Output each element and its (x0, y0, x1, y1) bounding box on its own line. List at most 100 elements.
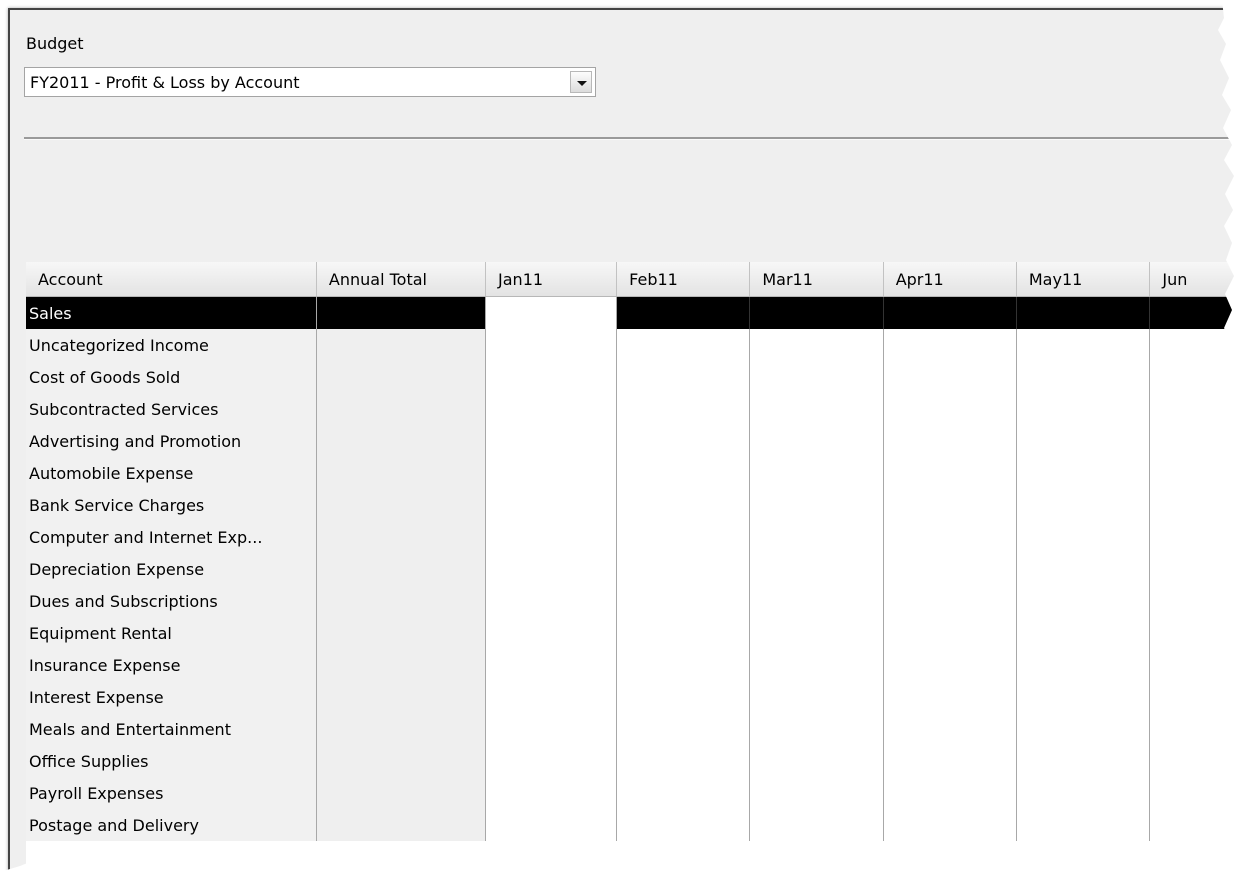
dropdown-arrow-icon[interactable] (570, 71, 592, 93)
month-amount-cell[interactable] (1149, 393, 1238, 425)
month-amount-cell[interactable] (616, 393, 751, 425)
month-amount-cell[interactable] (1149, 681, 1238, 713)
month-amount-cell[interactable] (1149, 777, 1238, 809)
month-amount-cell[interactable] (1016, 553, 1151, 585)
month-amount-cell[interactable] (485, 296, 618, 329)
month-amount-cell[interactable] (883, 809, 1017, 841)
month-amount-cell[interactable] (485, 489, 618, 521)
month-amount-cell[interactable] (616, 329, 751, 361)
month-amount-cell[interactable] (749, 713, 884, 745)
month-amount-cell[interactable] (485, 617, 618, 649)
month-amount-cell[interactable] (1016, 809, 1151, 841)
account-name-cell[interactable]: Automobile Expense (26, 457, 317, 489)
month-amount-cell[interactable] (485, 361, 618, 393)
account-row[interactable]: Sales (26, 296, 1238, 329)
month-amount-cell[interactable] (1149, 585, 1238, 617)
account-row[interactable]: Subcontracted Services (26, 393, 1238, 425)
account-row[interactable]: Dues and Subscriptions (26, 585, 1238, 617)
month-amount-cell[interactable] (485, 649, 618, 681)
month-amount-cell[interactable] (485, 329, 618, 361)
month-amount-cell[interactable] (883, 713, 1017, 745)
month-amount-cell[interactable] (883, 681, 1017, 713)
month-amount-cell[interactable] (1149, 553, 1238, 585)
month-amount-cell[interactable] (1016, 489, 1151, 521)
column-header-jun[interactable]: Jun (1149, 262, 1238, 297)
account-name-cell[interactable]: Cost of Goods Sold (26, 361, 317, 393)
month-amount-cell[interactable] (1149, 713, 1238, 745)
account-row[interactable]: Computer and Internet Exp... (26, 521, 1238, 553)
month-amount-cell[interactable] (485, 809, 618, 841)
month-amount-cell[interactable] (1149, 329, 1238, 361)
month-amount-cell[interactable] (1149, 745, 1238, 777)
account-row[interactable]: Payroll Expenses (26, 777, 1238, 809)
account-row[interactable]: Depreciation Expense (26, 553, 1238, 585)
account-name-cell[interactable]: Meals and Entertainment (26, 713, 317, 745)
month-amount-cell[interactable] (1016, 296, 1151, 329)
month-amount-cell[interactable] (883, 425, 1017, 457)
month-amount-cell[interactable] (1149, 649, 1238, 681)
month-amount-cell[interactable] (883, 777, 1017, 809)
month-amount-cell[interactable] (616, 777, 751, 809)
account-name-cell[interactable]: Uncategorized Income (26, 329, 317, 361)
month-amount-cell[interactable] (749, 809, 884, 841)
month-amount-cell[interactable] (883, 361, 1017, 393)
account-name-cell[interactable]: Sales (26, 296, 317, 329)
column-header-annual-total[interactable]: Annual Total (316, 262, 487, 297)
month-amount-cell[interactable] (883, 649, 1017, 681)
month-amount-cell[interactable] (883, 489, 1017, 521)
month-amount-cell[interactable] (749, 489, 884, 521)
month-amount-cell[interactable] (485, 425, 618, 457)
month-amount-cell[interactable] (485, 457, 618, 489)
account-name-cell[interactable]: Computer and Internet Exp... (26, 521, 317, 553)
account-name-cell[interactable]: Postage and Delivery (26, 809, 317, 841)
account-row[interactable]: Insurance Expense (26, 649, 1238, 681)
account-row[interactable]: Uncategorized Income (26, 329, 1238, 361)
month-amount-cell[interactable] (749, 617, 884, 649)
account-row[interactable]: Meals and Entertainment (26, 713, 1238, 745)
account-name-cell[interactable]: Subcontracted Services (26, 393, 317, 425)
month-amount-cell[interactable] (485, 585, 618, 617)
column-header-apr11[interactable]: Apr11 (883, 262, 1017, 297)
account-name-cell[interactable]: Office Supplies (26, 745, 317, 777)
column-header-feb11[interactable]: Feb11 (616, 262, 751, 297)
month-amount-cell[interactable] (1149, 361, 1238, 393)
account-name-cell[interactable]: Equipment Rental (26, 617, 317, 649)
account-name-cell[interactable]: Interest Expense (26, 681, 317, 713)
month-amount-cell[interactable] (616, 745, 751, 777)
month-amount-cell[interactable] (1016, 777, 1151, 809)
month-amount-cell[interactable] (749, 681, 884, 713)
month-amount-cell[interactable] (485, 393, 618, 425)
month-amount-cell[interactable] (1149, 521, 1238, 553)
month-amount-cell[interactable] (1016, 745, 1151, 777)
account-name-cell[interactable]: Payroll Expenses (26, 777, 317, 809)
month-amount-cell[interactable] (749, 361, 884, 393)
budget-dropdown[interactable]: FY2011 - Profit & Loss by Account (24, 67, 596, 97)
month-amount-cell[interactable] (749, 329, 884, 361)
account-row[interactable]: Advertising and Promotion (26, 425, 1238, 457)
month-amount-cell[interactable] (616, 649, 751, 681)
month-amount-cell[interactable] (485, 777, 618, 809)
month-amount-cell[interactable] (485, 553, 618, 585)
month-amount-cell[interactable] (1016, 329, 1151, 361)
month-amount-cell[interactable] (485, 745, 618, 777)
account-row[interactable]: Automobile Expense (26, 457, 1238, 489)
month-amount-cell[interactable] (883, 745, 1017, 777)
account-name-cell[interactable]: Dues and Subscriptions (26, 585, 317, 617)
month-amount-cell[interactable] (883, 521, 1017, 553)
budget-grid[interactable]: Account Annual Total Jan11 Feb11 Mar11 Apr11 M… (26, 262, 1238, 878)
month-amount-cell[interactable] (749, 745, 884, 777)
account-row[interactable]: Cost of Goods Sold (26, 361, 1238, 393)
month-amount-cell[interactable] (749, 296, 884, 329)
month-amount-cell[interactable] (1016, 457, 1151, 489)
month-amount-cell[interactable] (616, 585, 751, 617)
account-name-cell[interactable]: Bank Service Charges (26, 489, 317, 521)
month-amount-cell[interactable] (616, 553, 751, 585)
month-amount-cell[interactable] (1016, 713, 1151, 745)
column-header-may11[interactable]: May11 (1016, 262, 1151, 297)
month-amount-cell[interactable] (616, 361, 751, 393)
month-amount-cell[interactable] (1149, 489, 1238, 521)
month-amount-cell[interactable] (485, 681, 618, 713)
month-amount-cell[interactable] (749, 457, 884, 489)
month-amount-cell[interactable] (749, 777, 884, 809)
month-amount-cell[interactable] (616, 521, 751, 553)
